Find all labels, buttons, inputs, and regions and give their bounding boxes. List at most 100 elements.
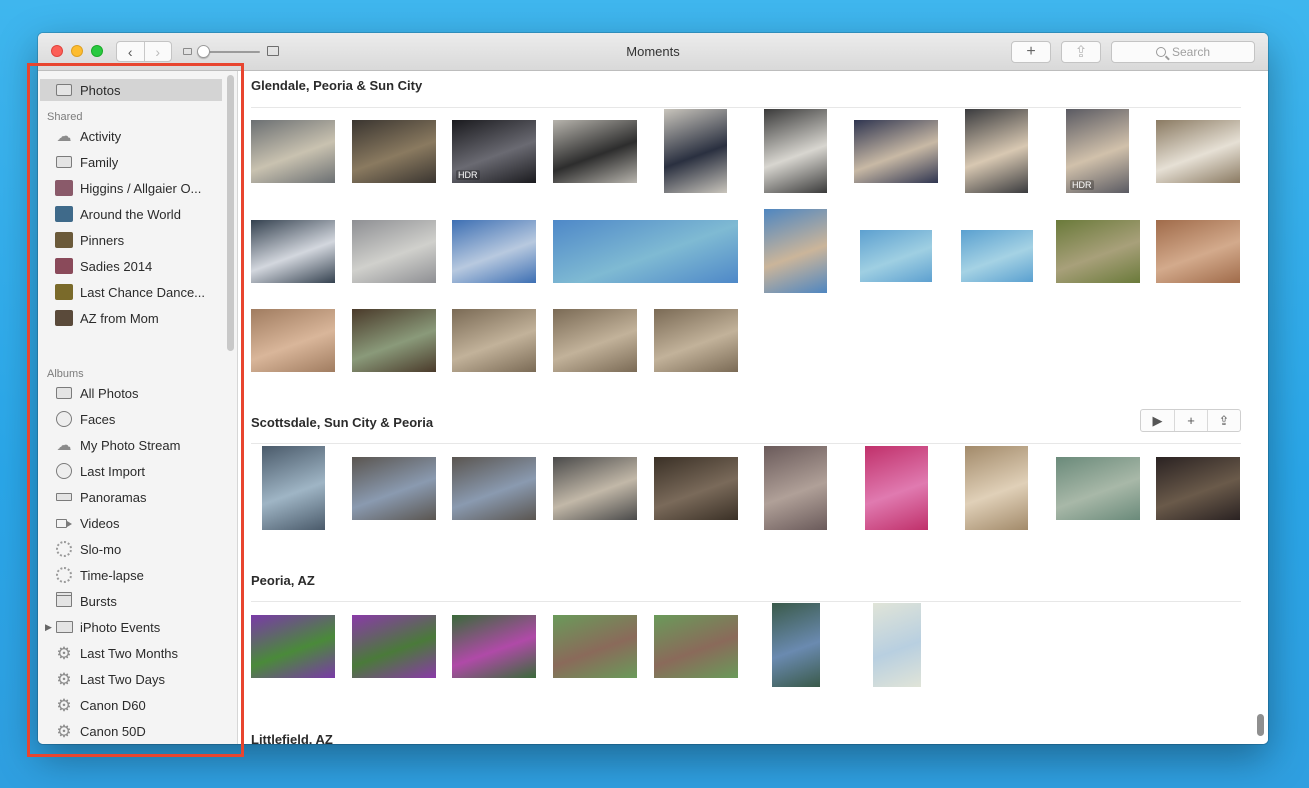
photo-thumbnail[interactable]	[553, 615, 637, 678]
sidebar-item-photos[interactable]: Photos	[38, 79, 237, 101]
smart-album-gear-icon: ⚙	[56, 695, 72, 715]
photo-thumbnail[interactable]	[352, 220, 436, 283]
photo-thumbnail[interactable]	[1156, 220, 1240, 283]
sidebar-item-canon-d60[interactable]: ⚙ Canon D60	[38, 692, 237, 718]
moment-header: Littlefield, AZ	[251, 732, 1241, 744]
photo-thumbnail[interactable]	[764, 109, 827, 193]
sidebar-item-iphoto-events[interactable]: ▶ iPhoto Events	[38, 614, 237, 640]
share-button[interactable]: ⇪	[1061, 41, 1101, 63]
sidebar-item-last-import[interactable]: Last Import	[38, 458, 237, 484]
photo-thumbnail[interactable]	[553, 220, 738, 283]
photo-thumbnail[interactable]	[352, 615, 436, 678]
photo-thumbnail[interactable]	[873, 603, 921, 687]
title-bar: ‹ › Moments + ⇪ Search	[38, 33, 1268, 71]
photo-thumbnail[interactable]	[772, 603, 820, 687]
photo-thumbnail[interactable]	[352, 120, 436, 183]
sidebar-item-bursts[interactable]: Bursts	[38, 588, 237, 614]
moment-separator	[251, 107, 1241, 108]
sidebar-item-sadies-2014[interactable]: Sadies 2014	[38, 253, 237, 279]
search-field[interactable]: Search	[1111, 41, 1255, 63]
photo-thumbnail[interactable]	[251, 120, 335, 183]
photo-thumbnail[interactable]	[251, 615, 335, 678]
photo-thumbnail[interactable]	[965, 109, 1028, 193]
moment-title[interactable]: Scottsdale, Sun City & Peoria	[251, 415, 1241, 433]
moment-share-button[interactable]: ⇪	[1207, 410, 1240, 431]
photo-thumbnail[interactable]	[1156, 120, 1240, 183]
photo-thumbnail[interactable]	[764, 446, 827, 530]
photo-thumbnail[interactable]: HDR	[1066, 109, 1129, 193]
photo-thumbnail[interactable]	[452, 615, 536, 678]
photo-thumbnail[interactable]	[965, 446, 1028, 530]
sidebar-item-pinners[interactable]: Pinners	[38, 227, 237, 253]
photo-thumbnail[interactable]	[262, 446, 325, 530]
moment-title[interactable]: Littlefield, AZ	[251, 732, 1241, 744]
sidebar-item-last-two-days[interactable]: ⚙ Last Two Days	[38, 666, 237, 692]
photos-window: ‹ › Moments + ⇪ Search Photos Shared ☁ Acti…	[38, 33, 1268, 744]
photo-thumbnail[interactable]	[654, 457, 738, 520]
sidebar-item-family[interactable]: Family	[38, 149, 237, 175]
photo-thumbnail[interactable]	[764, 209, 827, 293]
moment-title[interactable]: Peoria, AZ	[251, 573, 1241, 591]
sidebar-item-label: iPhoto Events	[80, 619, 161, 635]
sidebar-item-time-lapse[interactable]: Time-lapse	[38, 562, 237, 588]
hdr-badge: HDR	[1070, 180, 1094, 190]
sidebar-item-activity[interactable]: ☁ Activity	[38, 123, 237, 149]
sidebar-item-label: Family	[80, 154, 119, 170]
photo-thumbnail[interactable]	[251, 309, 335, 372]
sidebar-item-my-photo-stream[interactable]: ☁ My Photo Stream	[38, 432, 237, 458]
photo-thumbnail[interactable]	[352, 457, 436, 520]
sidebar-item-label: Last Two Days	[80, 671, 166, 687]
photo-thumbnail[interactable]	[860, 230, 932, 282]
panorama-icon	[55, 489, 73, 505]
smart-album-gear-icon: ⚙	[56, 721, 72, 741]
photo-thumbnail[interactable]	[452, 457, 536, 520]
photo-thumbnail[interactable]	[1056, 457, 1140, 520]
cloud-icon: ☁	[56, 127, 72, 145]
photo-thumbnail[interactable]	[865, 446, 928, 530]
moment-header: Glendale, Peoria & Sun City	[251, 78, 1241, 96]
album-thumbnail-icon	[55, 284, 73, 300]
photo-thumbnail[interactable]	[654, 615, 738, 678]
moment-title[interactable]: Glendale, Peoria & Sun City	[251, 78, 1241, 96]
add-to-button[interactable]: +	[1174, 410, 1207, 431]
photo-thumbnail[interactable]	[553, 457, 637, 520]
photo-thumbnail[interactable]	[251, 220, 335, 283]
photo-thumbnail[interactable]	[1056, 220, 1140, 283]
add-button[interactable]: +	[1011, 41, 1051, 63]
sidebar-item-videos[interactable]: Videos	[38, 510, 237, 536]
sidebar-item-last-two-months[interactable]: ⚙ Last Two Months	[38, 640, 237, 666]
photo-thumbnail[interactable]	[553, 309, 637, 372]
shared-album-icon	[55, 154, 73, 170]
sidebar-item-panoramas[interactable]: Panoramas	[38, 484, 237, 510]
photo-thumbnail[interactable]	[854, 120, 938, 183]
sidebar-item-faces[interactable]: Faces	[38, 406, 237, 432]
sidebar-item-label: Faces	[80, 411, 116, 427]
disclosure-triangle-icon[interactable]: ▶	[45, 622, 52, 633]
sidebar-item-label: Panoramas	[80, 489, 147, 505]
photo-thumbnail[interactable]	[654, 309, 738, 372]
photo-thumbnail[interactable]: HDR	[452, 120, 536, 183]
moment-separator	[251, 443, 1241, 444]
sidebar-item-label: Activity	[80, 128, 122, 144]
sidebar-item-az-from-mom[interactable]: AZ from Mom	[38, 305, 237, 331]
sidebar-item-slo-mo[interactable]: Slo-mo	[38, 536, 237, 562]
sidebar-item-all-photos[interactable]: All Photos	[38, 380, 237, 406]
sidebar-item-last-chance-dance[interactable]: Last Chance Dance...	[38, 279, 237, 305]
photo-stream-icon: ☁	[56, 436, 72, 454]
main-scrollbar[interactable]	[1257, 714, 1264, 736]
sidebar-item-label: All Photos	[80, 385, 139, 401]
photo-thumbnail[interactable]	[352, 309, 436, 372]
photo-thumbnail[interactable]	[553, 120, 637, 183]
photo-thumbnail[interactable]	[1156, 457, 1240, 520]
photo-thumbnail[interactable]	[452, 309, 536, 372]
sidebar-item-canon-50d[interactable]: ⚙ Canon 50D	[38, 718, 237, 744]
sidebar-item-around-the-world[interactable]: Around the World	[38, 201, 237, 227]
slideshow-button[interactable]: ▶	[1141, 410, 1174, 431]
smart-album-gear-icon: ⚙	[56, 669, 72, 689]
sidebar-item-label: Canon 50D	[80, 723, 146, 739]
photo-thumbnail[interactable]	[664, 109, 727, 193]
sidebar-item-label: Videos	[80, 515, 120, 531]
sidebar-item-higgins-allgaier-o[interactable]: Higgins / Allgaier O...	[38, 175, 237, 201]
photo-thumbnail[interactable]	[452, 220, 536, 283]
photo-thumbnail[interactable]	[961, 230, 1033, 282]
